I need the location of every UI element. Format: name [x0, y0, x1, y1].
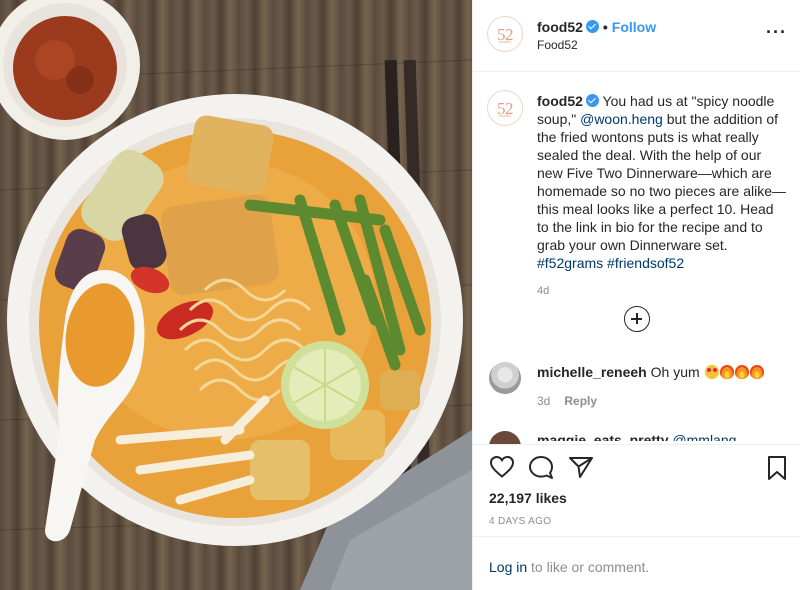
load-more-comments-icon[interactable]: [624, 306, 650, 332]
login-prompt-text: to like or comment.: [527, 559, 650, 575]
reply-button[interactable]: Reply: [564, 394, 597, 408]
commenter-avatar[interactable]: [489, 362, 521, 394]
like-heart-icon[interactable]: [489, 455, 515, 479]
comment-text: @mmlang...: [672, 432, 749, 441]
instagram-post: 52 food52 food52 • Follow Food52 ··· 52 fo…: [0, 0, 800, 590]
separator-dot: •: [602, 19, 608, 35]
food52-logo-subtext: food52: [498, 39, 512, 44]
author-subtitle: Food52: [537, 38, 578, 52]
hashtag-link-friendsof52[interactable]: #friendsof52: [607, 255, 684, 271]
post-photo[interactable]: [0, 0, 472, 590]
author-line: food52 • Follow: [537, 19, 656, 35]
hashtag-link-f52grams[interactable]: #f52grams: [537, 255, 603, 271]
login-link[interactable]: Log in: [489, 559, 527, 575]
verified-badge-icon: [585, 20, 599, 33]
post-side-panel: 52 food52 food52 • Follow Food52 ··· 52 fo…: [472, 0, 800, 590]
share-paper-plane-icon[interactable]: [568, 455, 594, 479]
login-bar: Log in to like or comment.: [473, 536, 800, 590]
post-actions: 22,197 likes 4 DAYS AGO: [473, 444, 800, 536]
comment-meta: 3d Reply: [537, 394, 597, 408]
caption-timestamp[interactable]: 4d: [537, 285, 549, 297]
noodle-soup-photo: [0, 0, 472, 590]
more-options-icon[interactable]: ···: [766, 22, 787, 43]
food52-logo-subtext: food52: [498, 113, 512, 118]
post-header: 52 food52 food52 • Follow Food52 ···: [473, 0, 800, 72]
fire-emoji-icon: [749, 365, 764, 379]
save-bookmark-icon[interactable]: [767, 455, 787, 481]
verified-badge-icon: [585, 94, 599, 107]
follow-button[interactable]: Follow: [612, 19, 656, 35]
caption-author-avatar[interactable]: 52 food52: [487, 90, 523, 126]
post-caption: food52 You had us at "spicy noodle soup,…: [537, 92, 787, 272]
caption-text-2: but the addition of the fried wontons pu…: [537, 111, 787, 253]
caption-username[interactable]: food52: [537, 93, 583, 109]
heart-eyes-emoji-icon: [704, 365, 719, 379]
comment-username[interactable]: michelle_reneeh: [537, 364, 647, 380]
comment-item: michelle_reneeh Oh yum: [537, 364, 764, 380]
login-prompt: Log in to like or comment.: [489, 559, 649, 575]
likes-count[interactable]: 22,197 likes: [489, 490, 567, 506]
author-username[interactable]: food52: [537, 19, 583, 35]
post-date[interactable]: 4 DAYS AGO: [489, 516, 551, 527]
comment-bubble-icon[interactable]: [528, 455, 554, 479]
comment-item-partial: maggie_eats_pretty @mmlang...: [537, 431, 748, 441]
caption-mention-link[interactable]: @woon.heng: [580, 111, 663, 127]
fire-emoji-icon: [734, 365, 749, 379]
commenter-avatar[interactable]: [489, 431, 521, 444]
comments-section[interactable]: 52 food52 food52 You had us at "spicy no…: [473, 73, 800, 444]
fire-emoji-icon: [719, 365, 734, 379]
comment-text: Oh yum: [650, 364, 700, 380]
comment-username[interactable]: maggie_eats_pretty: [537, 432, 669, 441]
author-avatar[interactable]: 52 food52: [487, 16, 523, 52]
comment-timestamp[interactable]: 3d: [537, 394, 550, 408]
